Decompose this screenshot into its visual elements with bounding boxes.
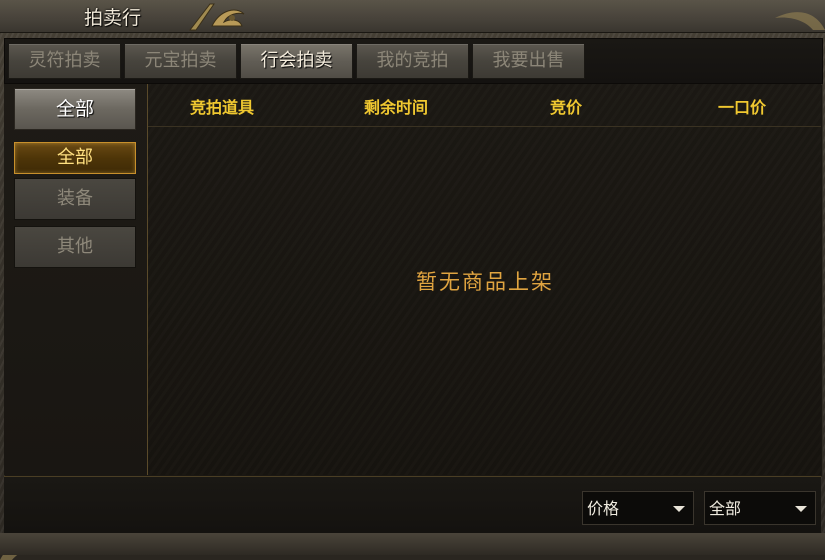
sort-dropdown[interactable]: 价格 (582, 491, 694, 525)
title-bar: 拍卖行 (0, 0, 825, 33)
window-bottom-border (0, 533, 825, 555)
tab-fu-auction[interactable]: 灵符拍卖 (8, 43, 121, 79)
table-header: 竞拍道具 剩余时间 竞价 一口价 (148, 84, 821, 127)
column-header-buyout-price[interactable]: 一口价 (718, 94, 766, 118)
tab-guild-auction[interactable]: 行会拍卖 (240, 43, 353, 79)
sort-dropdown-value: 价格 (587, 499, 620, 518)
category-all-header-button[interactable]: 全部 (14, 88, 136, 130)
category-item-equipment[interactable]: 装备 (14, 178, 136, 220)
chevron-down-icon (795, 506, 807, 512)
dragon-ornament-icon (188, 3, 245, 31)
category-dropdown-value: 全部 (709, 499, 742, 518)
column-header-item[interactable]: 竞拍道具 (190, 94, 254, 118)
auction-window: 拍卖行 灵符拍卖 元宝拍卖 行会拍卖 我的竞拍 我要出售 全部 全部 装备 其他… (0, 0, 825, 560)
corner-ornament-icon (775, 12, 825, 30)
filter-bar (4, 476, 821, 533)
tab-sell[interactable]: 我要出售 (472, 43, 585, 79)
window-title: 拍卖行 (84, 7, 142, 29)
tab-yuanbao-auction[interactable]: 元宝拍卖 (124, 43, 237, 79)
column-header-time-left[interactable]: 剩余时间 (364, 94, 428, 118)
tab-my-bids[interactable]: 我的竞拍 (356, 43, 469, 79)
tab-bar: 灵符拍卖 元宝拍卖 行会拍卖 我的竞拍 我要出售 (4, 38, 823, 84)
column-header-bid-price[interactable]: 竞价 (550, 94, 582, 118)
category-dropdown[interactable]: 全部 (704, 491, 816, 525)
category-item-other[interactable]: 其他 (14, 226, 136, 268)
category-item-all[interactable]: 全部 (14, 142, 136, 174)
chevron-down-icon (673, 506, 685, 512)
empty-list-message: 暂无商品上架 (416, 270, 554, 294)
